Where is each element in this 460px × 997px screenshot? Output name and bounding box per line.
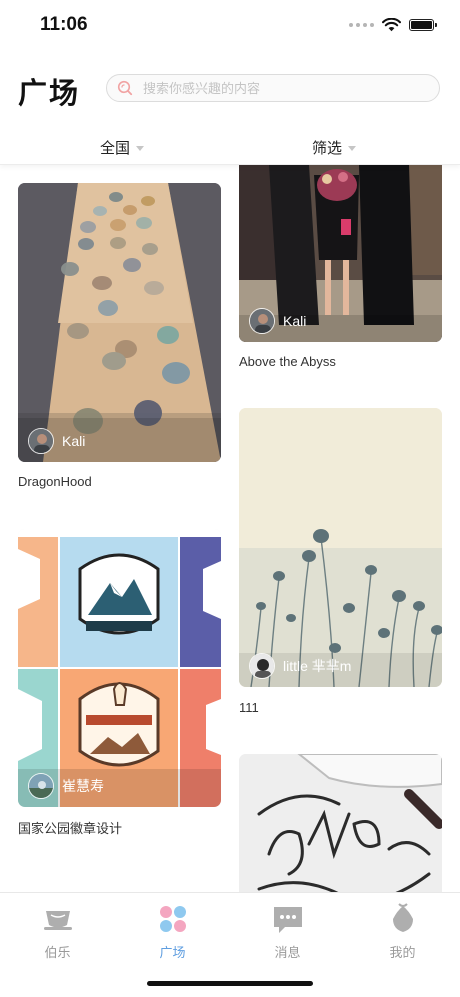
author-name: Kali xyxy=(283,313,307,329)
filter-label: 筛选 xyxy=(312,140,343,157)
post-card[interactable]: little 芈芈m 111 xyxy=(239,408,442,718)
post-image[interactable]: Kali xyxy=(18,183,221,462)
post-author[interactable]: little 芈芈m xyxy=(249,653,351,679)
status-bar: 11:06 xyxy=(0,0,460,50)
tab-label: 伯乐 xyxy=(44,945,71,960)
avatar[interactable] xyxy=(28,773,54,799)
home-indicator[interactable] xyxy=(147,981,313,986)
profile-icon xyxy=(393,903,413,932)
post-image-artwork xyxy=(239,408,442,687)
post-image[interactable]: little 芈芈m xyxy=(239,408,442,687)
filter-dropdown[interactable]: 筛选 xyxy=(312,137,357,158)
post-author[interactable]: Kali xyxy=(249,308,306,334)
avatar[interactable] xyxy=(249,653,275,679)
wifi-icon xyxy=(382,18,401,32)
message-icon xyxy=(274,907,302,933)
avatar[interactable] xyxy=(28,428,54,454)
post-image-artwork xyxy=(18,183,221,462)
tab-label: 我的 xyxy=(389,945,416,960)
author-name: Kali xyxy=(62,433,86,449)
four-dots-icon xyxy=(160,906,186,932)
tab-square[interactable]: 广场 xyxy=(115,893,230,973)
post-card[interactable]: 崔慧寿 国家公园徽章设计 xyxy=(18,529,221,839)
post-title[interactable]: 国家公园徽章设计 xyxy=(18,818,122,837)
post-image-artwork xyxy=(239,754,442,892)
status-time: 11:06 xyxy=(40,14,88,35)
signal-icon xyxy=(349,23,374,27)
caret-down-icon xyxy=(348,146,357,151)
tab-messages[interactable]: 消息 xyxy=(230,893,345,973)
post-image[interactable]: Kali xyxy=(239,165,442,342)
post-feed[interactable]: Kali DragonHood Kali Above the Abyss 崔慧寿… xyxy=(0,165,460,892)
avatar[interactable] xyxy=(249,308,275,334)
search-bar[interactable] xyxy=(106,74,440,102)
search-input[interactable] xyxy=(143,80,413,96)
author-name: little 芈芈m xyxy=(283,658,352,674)
caret-down-icon xyxy=(136,146,145,151)
author-name: 崔慧寿 xyxy=(62,778,104,794)
post-title[interactable]: DragonHood xyxy=(18,474,92,489)
search-icon xyxy=(117,80,133,96)
post-image[interactable] xyxy=(239,754,442,892)
tab-bole[interactable]: 伯乐 xyxy=(0,893,115,973)
tab-profile[interactable]: 我的 xyxy=(345,893,460,973)
filter-bar: 全国 筛选 xyxy=(0,128,460,165)
post-card[interactable]: Kali DragonHood xyxy=(18,183,221,489)
status-icons xyxy=(349,16,437,34)
tab-label: 广场 xyxy=(159,945,186,960)
post-author[interactable]: Kali xyxy=(28,428,85,454)
tab-label: 消息 xyxy=(274,945,301,960)
post-title[interactable]: 111 xyxy=(239,700,259,715)
post-author[interactable]: 崔慧寿 xyxy=(28,773,104,799)
post-image[interactable]: 崔慧寿 xyxy=(18,529,221,807)
cup-icon xyxy=(44,911,72,930)
post-card[interactable]: Kali Above the Abyss xyxy=(239,165,442,375)
battery-icon xyxy=(409,19,437,31)
page-title: 广场 xyxy=(18,78,81,110)
region-label: 全国 xyxy=(100,140,131,157)
post-image-artwork xyxy=(18,529,221,807)
post-title[interactable]: Above the Abyss xyxy=(239,354,336,369)
post-card[interactable] xyxy=(239,754,442,892)
region-dropdown[interactable]: 全国 xyxy=(100,137,145,158)
